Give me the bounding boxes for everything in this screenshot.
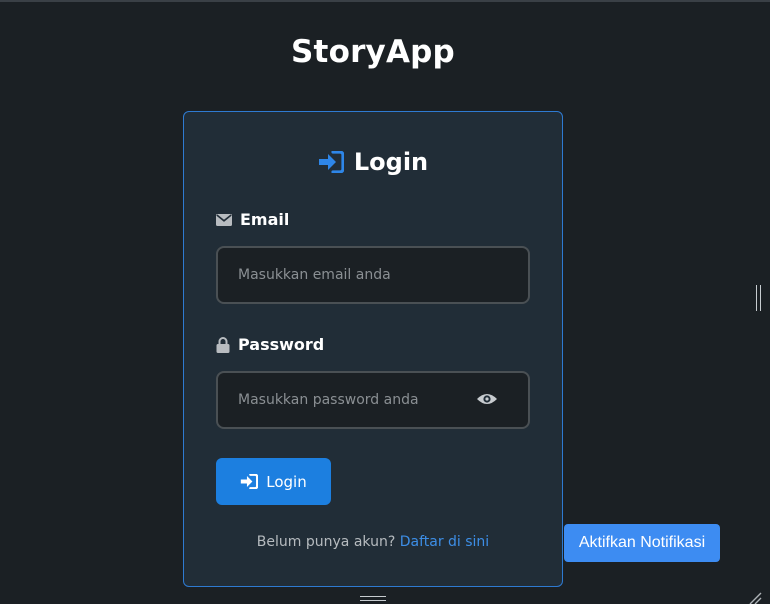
password-label-text: Password: [238, 335, 325, 354]
register-link[interactable]: Daftar di sini: [400, 534, 490, 550]
sign-in-icon: [318, 151, 344, 173]
eye-icon: [476, 391, 498, 410]
card-title: Login: [353, 148, 429, 176]
sign-in-icon: [240, 474, 259, 489]
email-label: Email: [216, 210, 289, 229]
login-card: Login Email Password: [183, 111, 563, 587]
register-prompt-text: Belum punya akun?: [256, 534, 396, 550]
toggle-password-visibility[interactable]: [474, 387, 500, 413]
app-title: StoryApp: [291, 34, 455, 70]
login-button[interactable]: Login: [216, 458, 331, 505]
login-button-label: Login: [266, 472, 307, 491]
page: StoryApp Login Email Masukkan email anda…: [0, 0, 770, 604]
enable-notifications-button[interactable]: Aktifkan Notifikasi: [564, 524, 720, 562]
email-label-text: Email: [240, 210, 290, 229]
register-prompt: Belum punya akun? Daftar di sini: [184, 534, 562, 550]
password-label: Password: [216, 335, 324, 354]
envelope-icon: [216, 213, 232, 226]
horizontal-resize-handle[interactable]: [360, 596, 386, 601]
lock-icon: [216, 336, 230, 353]
resize-grip-icon[interactable]: [748, 590, 762, 604]
email-input[interactable]: [216, 246, 530, 304]
vertical-resize-handle[interactable]: [756, 285, 761, 311]
card-header: Login: [184, 148, 562, 176]
